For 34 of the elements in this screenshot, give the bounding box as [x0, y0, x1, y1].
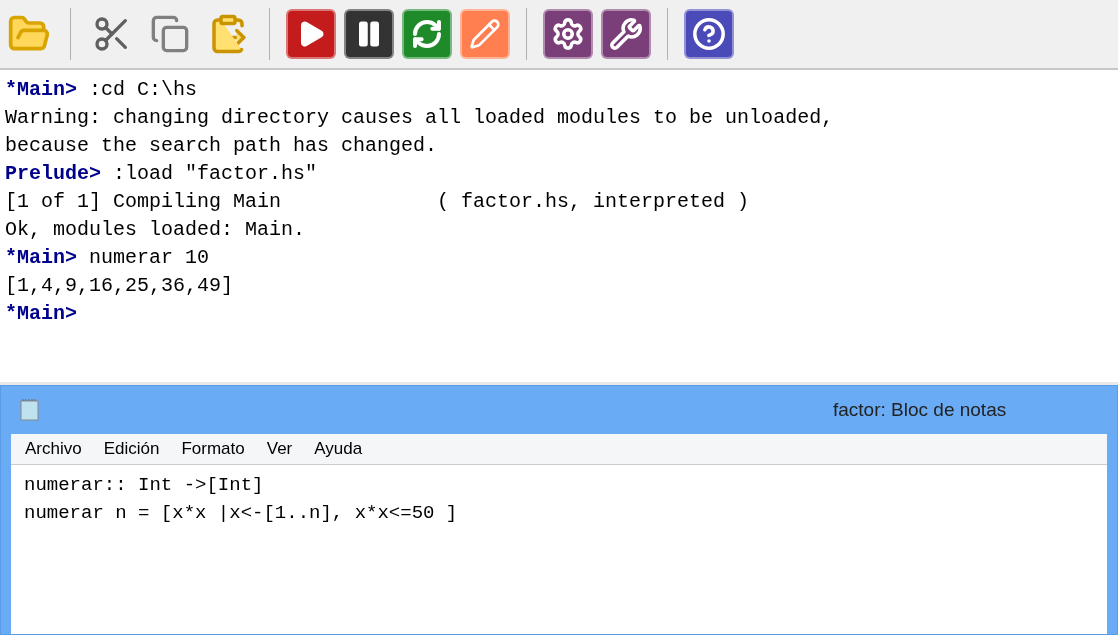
window-title: factor: Bloc de notas: [833, 397, 1007, 422]
notepad-icon: [19, 398, 41, 422]
menu-item[interactable]: Ver: [266, 436, 293, 462]
tools-button[interactable]: [601, 9, 651, 59]
wrench-icon: [609, 17, 643, 51]
reload-button[interactable]: [402, 9, 452, 59]
help-button[interactable]: [684, 9, 734, 59]
menu-item[interactable]: Archivo: [25, 436, 82, 462]
pause-button[interactable]: [344, 9, 394, 59]
menu-item[interactable]: Edición: [103, 436, 160, 462]
output-line: because the search path has changed.: [5, 133, 438, 159]
prompt: *Main>: [5, 77, 77, 103]
code-line: numerar n = [x*x |x<-[1..n], x*x<=50 ]: [24, 501, 458, 526]
command-text: :load "factor.hs": [112, 161, 318, 187]
help-icon: [692, 17, 726, 51]
output-line: Ok, modules loaded: Main.: [5, 217, 306, 243]
prompt: Prelude>: [5, 161, 101, 187]
prompt: *Main>: [5, 245, 77, 271]
code-line: numerar:: Int ->[Int]: [24, 473, 264, 498]
settings-button[interactable]: [543, 9, 593, 59]
command-text: numerar 10: [88, 245, 210, 271]
run-button[interactable]: [286, 9, 336, 59]
prompt: *Main>: [5, 301, 77, 327]
output-line: [1,4,9,16,25,36,49]: [5, 273, 234, 299]
pencil-icon: [469, 18, 501, 50]
reload-icon: [411, 18, 443, 50]
output-line: [1 of 1] Compiling Main ( factor.hs, interpreted ): [5, 189, 750, 215]
command-text: :cd C:\hs: [88, 77, 198, 103]
copy-icon: [150, 14, 190, 54]
output-line: Warning: changing directory causes all loaded modules to be unloaded,: [5, 105, 834, 131]
menu-item[interactable]: Formato: [181, 436, 245, 462]
gear-icon: [551, 17, 585, 51]
text-area[interactable]: numerar:: Int ->[Int] numerar n = [x*x |x<-[1..n], x*x<=50 ]: [11, 464, 1107, 634]
menu-item[interactable]: Ayuda: [314, 436, 363, 462]
